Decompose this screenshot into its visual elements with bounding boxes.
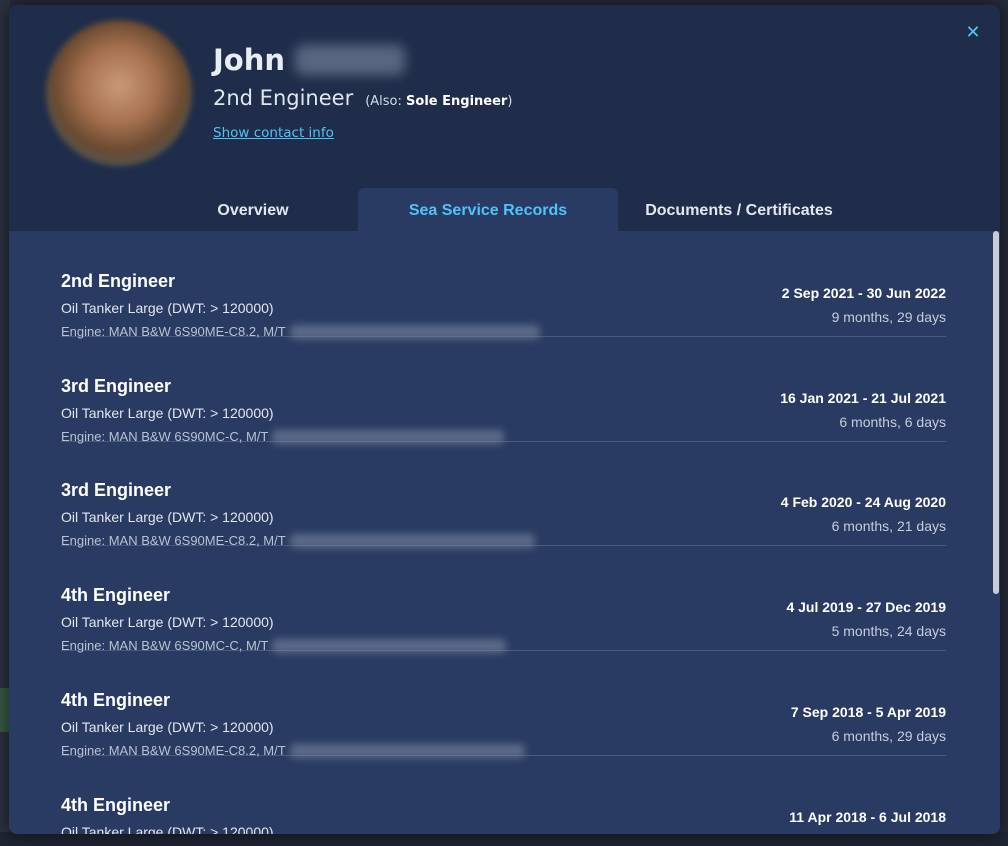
record-vessel-type: Oil Tanker Large (DWT: > 120000) bbox=[61, 300, 274, 316]
also-suffix: ) bbox=[507, 94, 513, 109]
record-duration: 9 months, 29 days bbox=[831, 309, 946, 325]
redacted-last-name bbox=[295, 45, 406, 75]
record-vessel-type: Oil Tanker Large (DWT: > 120000) bbox=[61, 719, 274, 735]
avatar bbox=[46, 20, 192, 166]
also-role-name: Sole Engineer bbox=[406, 94, 508, 109]
role-row: 2nd Engineer (Also: Sole Engineer) bbox=[213, 86, 512, 110]
crew-name: John bbox=[213, 43, 406, 77]
record-duration: 6 months, 6 days bbox=[839, 414, 946, 430]
record-dates: 2 Sep 2021 - 30 Jun 2022 bbox=[781, 285, 946, 301]
record-vessel-type: Oil Tanker Large (DWT: > 120000) bbox=[61, 509, 274, 525]
list-item[interactable]: 4th Engineer Oil Tanker Large (DWT: > 12… bbox=[61, 546, 946, 653]
record-rank: 2nd Engineer bbox=[61, 271, 176, 291]
scrollbar-thumb[interactable] bbox=[993, 231, 999, 594]
background-footer bbox=[0, 832, 1008, 846]
record-vessel-type: Oil Tanker Large (DWT: > 120000) bbox=[61, 405, 274, 421]
record-vessel-type: Oil Tanker Large (DWT: > 120000) bbox=[61, 614, 274, 630]
tab-overview[interactable]: Overview bbox=[170, 188, 336, 231]
sea-service-records-list: 2nd Engineer Oil Tanker Large (DWT: > 12… bbox=[9, 231, 1000, 834]
tab-bar: Overview Sea Service Records Documents /… bbox=[9, 188, 1000, 231]
record-rank: 3rd Engineer bbox=[61, 480, 172, 500]
first-name: John bbox=[213, 43, 286, 77]
list-item[interactable]: 4th Engineer Oil Tanker Large (DWT: > 12… bbox=[61, 651, 946, 758]
record-dates: 11 Apr 2018 - 6 Jul 2018 bbox=[789, 809, 946, 825]
record-rank: 3rd Engineer bbox=[61, 376, 172, 396]
record-dates: 7 Sep 2018 - 5 Apr 2019 bbox=[790, 704, 946, 720]
record-duration: 6 months, 29 days bbox=[831, 728, 946, 744]
record-dates: 16 Jan 2021 - 21 Jul 2021 bbox=[780, 390, 946, 406]
modal-header: John 2nd Engineer (Also: Sole Engineer) … bbox=[9, 5, 1000, 231]
record-dates: 4 Jul 2019 - 27 Dec 2019 bbox=[786, 599, 946, 615]
record-vessel-type: Oil Tanker Large (DWT: > 120000) bbox=[61, 824, 274, 834]
primary-role: 2nd Engineer bbox=[213, 86, 354, 110]
record-rank: 4th Engineer bbox=[61, 690, 171, 710]
record-duration: 6 months, 21 days bbox=[831, 518, 946, 534]
record-duration: 5 months, 24 days bbox=[831, 623, 946, 639]
show-contact-info-link[interactable]: Show contact info bbox=[213, 125, 334, 141]
record-rank: 4th Engineer bbox=[61, 585, 171, 605]
also-role: (Also: Sole Engineer) bbox=[365, 94, 512, 109]
tab-documents-certificates[interactable]: Documents / Certificates bbox=[629, 188, 849, 231]
list-item[interactable]: 3rd Engineer Oil Tanker Large (DWT: > 12… bbox=[61, 441, 946, 548]
crew-profile-modal: John 2nd Engineer (Also: Sole Engineer) … bbox=[9, 5, 1000, 834]
close-icon[interactable]: ✕ bbox=[964, 24, 982, 42]
record-rank: 4th Engineer bbox=[61, 795, 171, 815]
list-item[interactable]: 3rd Engineer Oil Tanker Large (DWT: > 12… bbox=[61, 337, 946, 444]
list-item[interactable]: 4th Engineer Oil Tanker Large (DWT: > 12… bbox=[61, 756, 946, 834]
tab-sea-service-records[interactable]: Sea Service Records bbox=[358, 188, 618, 231]
record-dates: 4 Feb 2020 - 24 Aug 2020 bbox=[780, 494, 946, 510]
also-prefix: (Also: bbox=[365, 94, 407, 109]
list-item[interactable]: 2nd Engineer Oil Tanker Large (DWT: > 12… bbox=[61, 232, 946, 339]
